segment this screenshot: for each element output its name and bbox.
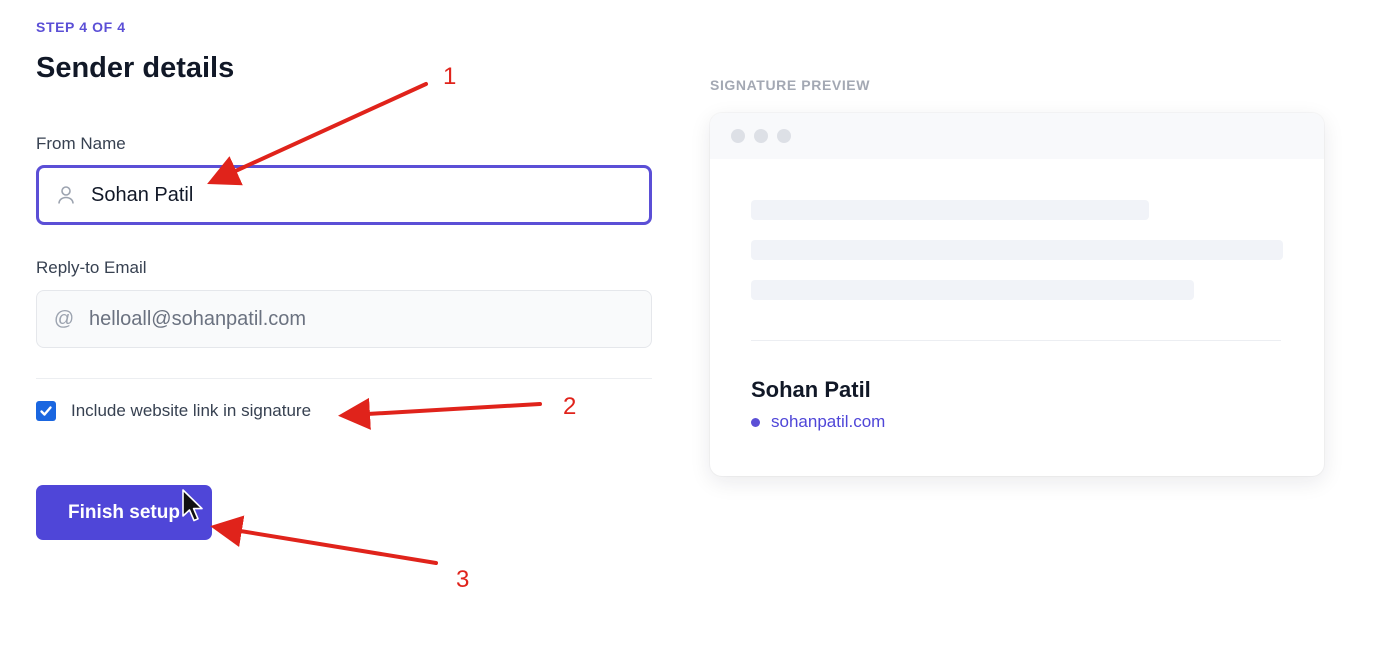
annotation-number-1: 1 bbox=[443, 63, 457, 90]
placeholder-line bbox=[751, 240, 1283, 260]
mouse-cursor-icon bbox=[182, 489, 203, 522]
annotation-number-3: 3 bbox=[456, 566, 470, 593]
window-dot bbox=[754, 129, 768, 143]
checkmark-icon bbox=[40, 406, 52, 416]
placeholder-line bbox=[751, 280, 1194, 300]
placeholder-line bbox=[751, 200, 1149, 220]
signature-preview-label: SIGNATURE PREVIEW bbox=[710, 77, 871, 93]
window-dot bbox=[731, 129, 745, 143]
step-indicator: STEP 4 OF 4 bbox=[36, 19, 126, 35]
from-name-value: Sohan Patil bbox=[91, 183, 194, 206]
user-icon bbox=[55, 184, 77, 206]
annotation-number-2: 2 bbox=[563, 393, 577, 420]
signature-website: sohanpatil.com bbox=[751, 412, 885, 432]
reply-to-email-field[interactable]: @ helloall@sohanpatil.com bbox=[36, 290, 652, 348]
include-link-label: Include website link in signature bbox=[71, 401, 312, 420]
include-link-option[interactable]: Include website link in signature bbox=[36, 401, 311, 421]
include-link-checkbox[interactable] bbox=[36, 401, 56, 421]
reply-to-email-label: Reply-to Email bbox=[36, 258, 147, 277]
from-name-field[interactable]: Sohan Patil bbox=[36, 165, 652, 225]
signature-preview-panel: SIGNATURE PREVIEW Sohan Patil sohanpatil… bbox=[710, 0, 1324, 672]
sender-details-form: STEP 4 OF 4 Sender details From Name Soh… bbox=[36, 0, 652, 672]
form-divider bbox=[36, 378, 652, 379]
bullet-dot-icon bbox=[751, 417, 760, 427]
signature-website-link[interactable]: sohanpatil.com bbox=[771, 412, 885, 432]
window-bar bbox=[710, 113, 1324, 159]
window-dot bbox=[777, 129, 791, 143]
from-name-label: From Name bbox=[36, 134, 126, 153]
signature-divider bbox=[751, 340, 1281, 341]
reply-to-email-value: helloall@sohanpatil.com bbox=[89, 307, 307, 330]
signature-preview-card: Sohan Patil sohanpatil.com bbox=[710, 113, 1324, 476]
signature-name: Sohan Patil bbox=[751, 377, 871, 402]
page-title: Sender details bbox=[36, 52, 235, 84]
at-sign-icon: @ bbox=[53, 307, 75, 330]
